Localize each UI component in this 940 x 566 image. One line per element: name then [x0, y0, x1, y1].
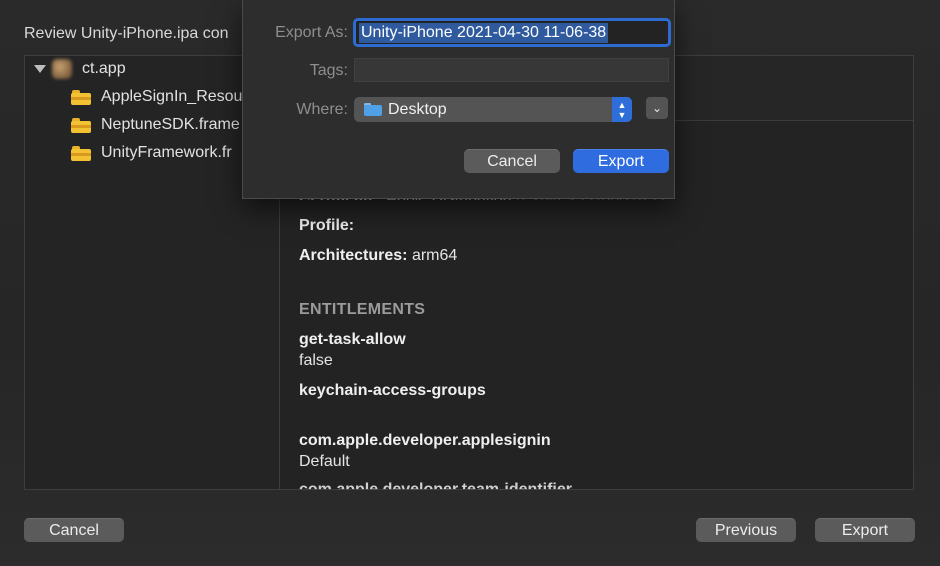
- entitlement-key: get-task-allow: [299, 331, 406, 348]
- folder-icon: [71, 145, 91, 161]
- cancel-button[interactable]: Cancel: [24, 518, 124, 542]
- folder-icon: [71, 117, 91, 133]
- entitlements-title: ENTITLEMENTS: [299, 301, 426, 318]
- tags-field[interactable]: [354, 58, 669, 82]
- review-title: Review Unity-iPhone.ipa con: [24, 25, 229, 42]
- folder-icon: [364, 103, 382, 116]
- expand-dialog-button[interactable]: ⌄: [646, 97, 668, 119]
- dialog-cancel-button[interactable]: Cancel: [464, 149, 560, 173]
- tree-item-label: NeptuneSDK.frame: [101, 116, 240, 133]
- app-icon: [52, 59, 72, 79]
- where-popup[interactable]: Desktop ▲ ▼: [354, 97, 632, 122]
- export-button[interactable]: Export: [815, 518, 915, 542]
- export-dialog: Export As: Unity-iPhone 2021-04-30 11-06…: [242, 0, 675, 199]
- export-as-value: Unity-iPhone 2021-04-30 11-06-38: [359, 22, 609, 43]
- disclosure-triangle-icon[interactable]: [34, 65, 46, 73]
- chevron-down-icon: ⌄: [651, 101, 663, 115]
- entitlement-key: com.apple.developer.applesignin: [299, 432, 551, 449]
- tree-item-label: UnityFramework.fr: [101, 144, 232, 161]
- export-as-label: Export As:: [275, 24, 348, 41]
- entitlement-value: Default: [299, 453, 350, 470]
- tree-item-unityframework[interactable]: UnityFramework.fr: [71, 142, 232, 164]
- tree-item-applesignin[interactable]: AppleSignIn_Resou: [71, 86, 242, 108]
- architectures-value: arm64: [411, 247, 458, 264]
- tree-item-label: ct.app: [82, 60, 126, 77]
- tree-item-label: AppleSignIn_Resou: [101, 88, 243, 105]
- where-label: Where:: [296, 101, 348, 118]
- tags-label: Tags:: [309, 62, 348, 79]
- profile-label: Profile:: [299, 217, 355, 234]
- entitlement-key: keychain-access-groups: [299, 382, 486, 399]
- where-value: Desktop: [388, 100, 447, 118]
- popup-stepper-icon: ▲ ▼: [612, 97, 632, 122]
- profile-row: Profile:: [299, 217, 354, 235]
- export-as-field[interactable]: Unity-iPhone 2021-04-30 11-06-38: [353, 18, 671, 47]
- architectures-label: Architectures:: [299, 247, 408, 264]
- dialog-export-button[interactable]: Export: [573, 149, 669, 173]
- tree-item-app[interactable]: ct.app: [34, 58, 126, 80]
- architectures-row: Architectures: arm64: [299, 247, 457, 265]
- previous-button[interactable]: Previous: [696, 518, 796, 542]
- entitlement-value: false: [299, 352, 333, 369]
- tree-item-neptunesdk[interactable]: NeptuneSDK.frame: [71, 114, 240, 136]
- folder-icon: [71, 89, 91, 105]
